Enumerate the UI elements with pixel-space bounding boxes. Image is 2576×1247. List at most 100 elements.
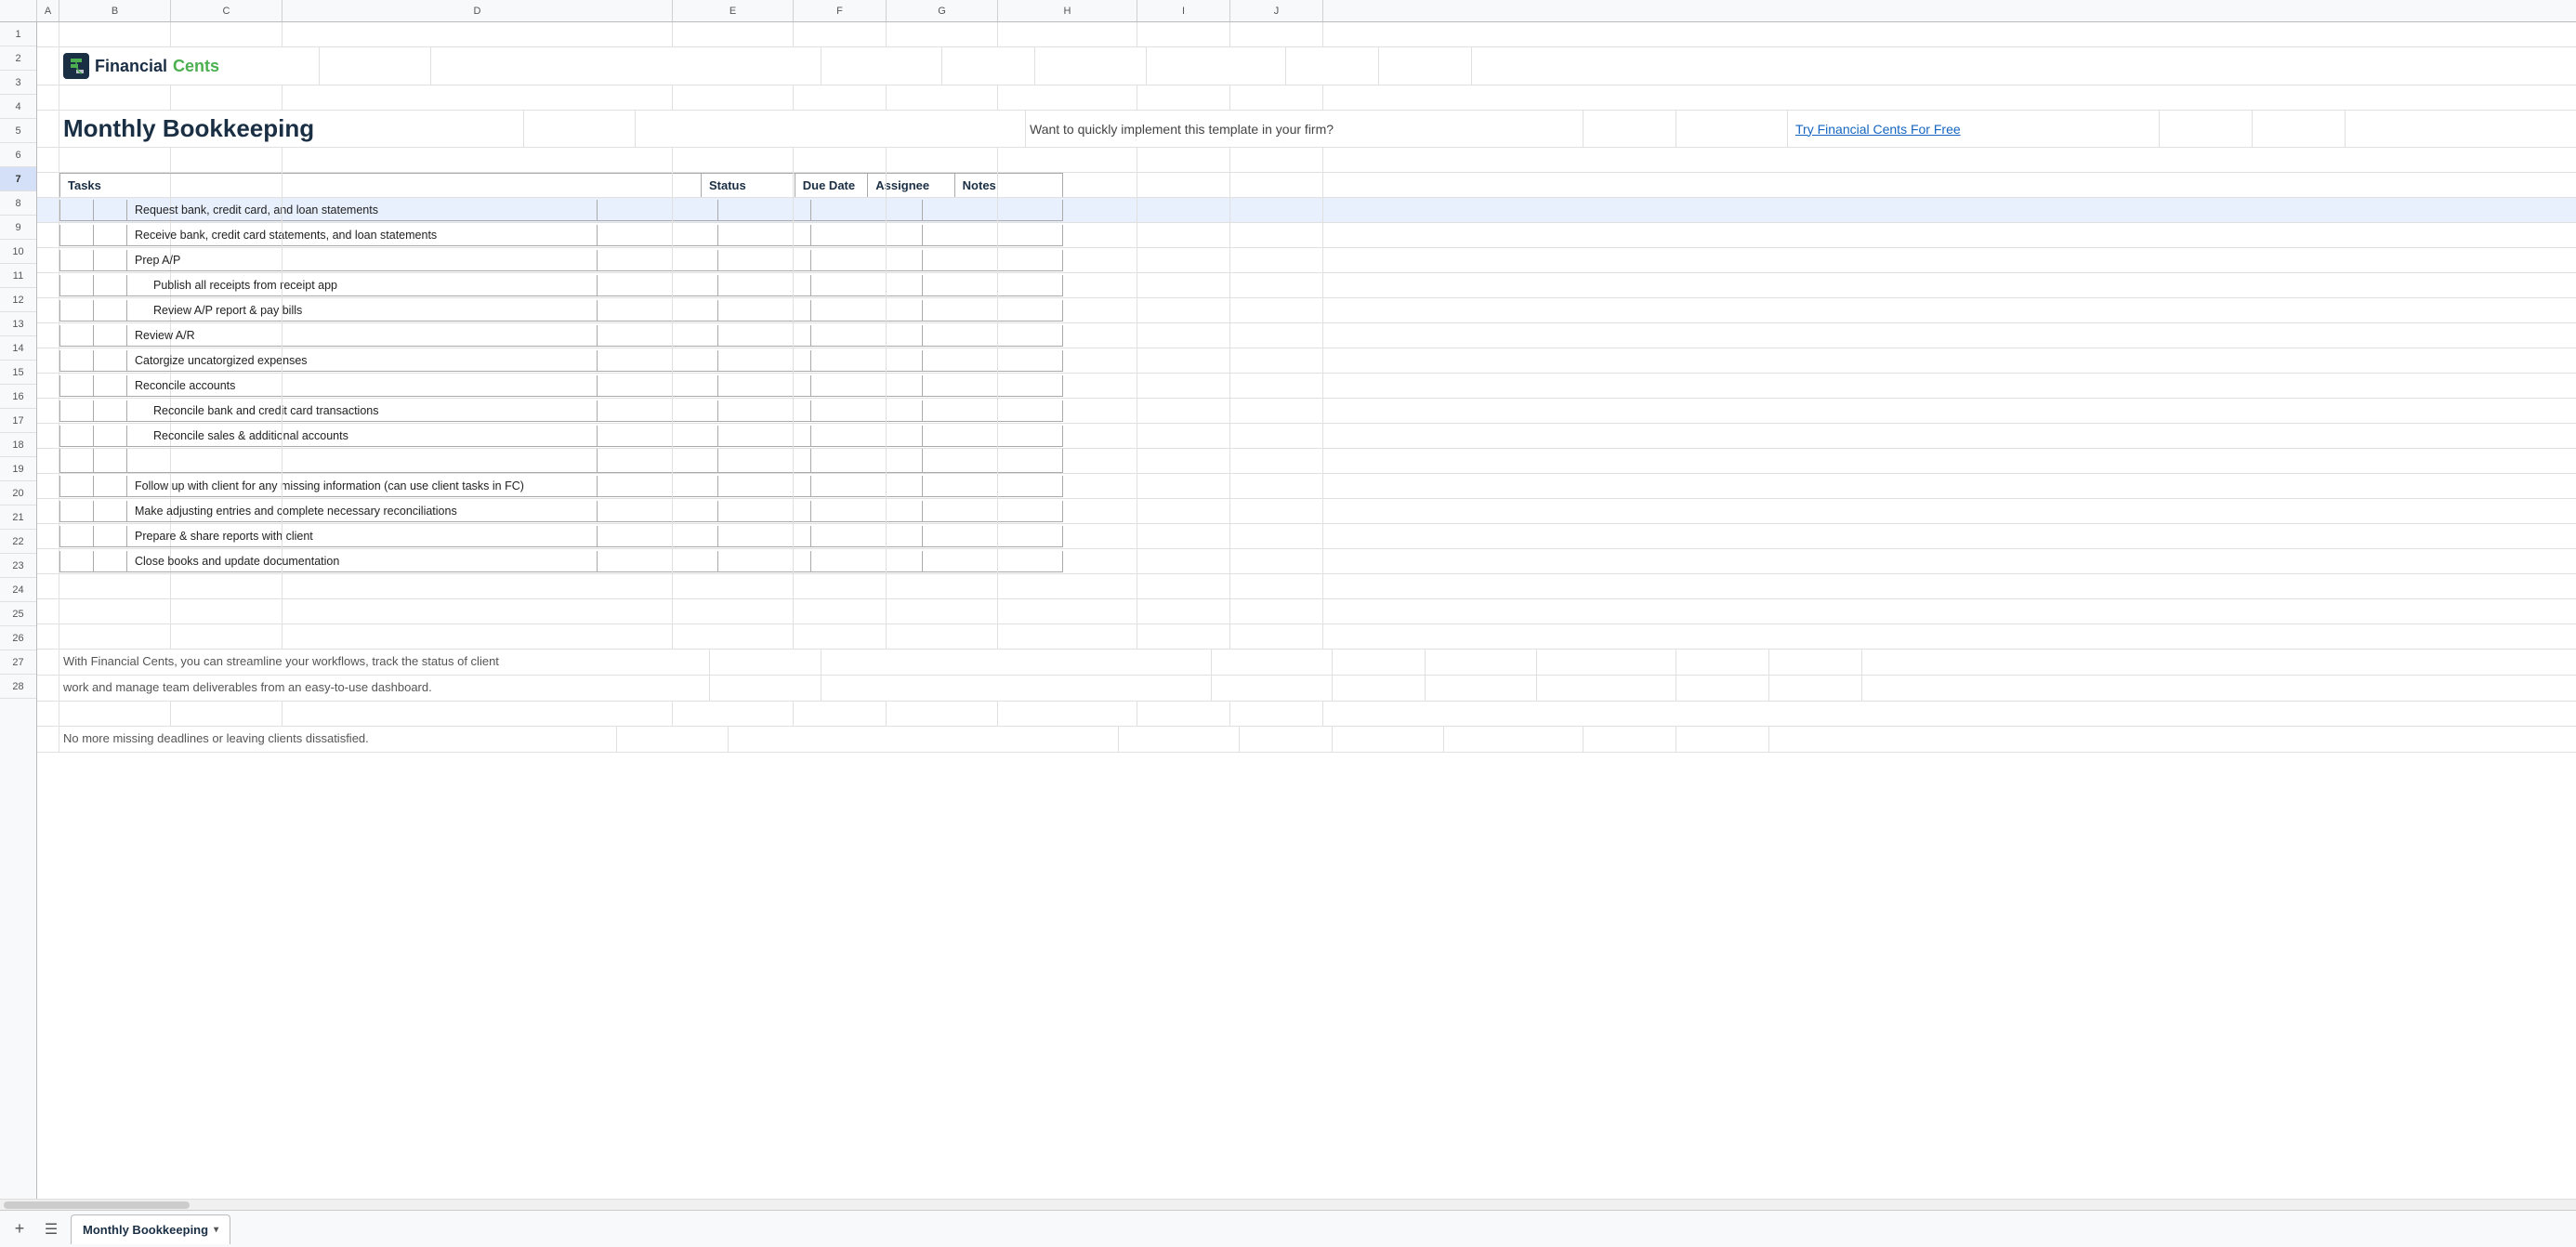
cell-j24[interactable] <box>1230 624 1323 649</box>
task-check-3[interactable] <box>60 250 94 270</box>
cell-f16[interactable] <box>794 424 887 448</box>
cell-d16[interactable] <box>283 424 673 448</box>
cell-g13[interactable] <box>887 348 998 373</box>
cell-g14[interactable] <box>887 374 998 398</box>
cell-c24[interactable] <box>171 624 283 649</box>
cell-c6[interactable] <box>171 173 283 197</box>
cell-g23[interactable] <box>887 599 998 624</box>
cell-c17[interactable] <box>171 449 283 473</box>
cell-f1[interactable] <box>794 22 887 46</box>
cell-d6[interactable] <box>283 173 673 197</box>
cell-j8[interactable] <box>1230 223 1323 247</box>
cell-c3[interactable] <box>171 85 283 110</box>
cell-f15[interactable] <box>794 399 887 423</box>
cell-d24[interactable] <box>283 624 673 649</box>
cell-a19[interactable] <box>37 499 59 523</box>
cell-j23[interactable] <box>1230 599 1323 624</box>
cell-c26[interactable] <box>710 676 821 701</box>
task-check-11[interactable] <box>60 476 94 496</box>
cell-a9[interactable] <box>37 248 59 272</box>
cell-j5[interactable] <box>1230 148 1323 172</box>
cell-e8[interactable] <box>673 223 794 247</box>
cell-h28[interactable] <box>1444 727 1584 752</box>
cell-i26[interactable] <box>1676 676 1769 701</box>
cell-d2[interactable] <box>431 47 821 85</box>
task-check2-13[interactable] <box>94 526 127 546</box>
cell-c7[interactable] <box>171 198 283 222</box>
cell-a25[interactable] <box>37 650 59 675</box>
cell-i12[interactable] <box>1137 323 1230 348</box>
cell-h9[interactable] <box>998 248 1137 272</box>
cell-a24[interactable] <box>37 624 59 649</box>
cell-d26[interactable] <box>821 676 1212 701</box>
cell-c8[interactable] <box>171 223 283 247</box>
cell-c23[interactable] <box>171 599 283 624</box>
cell-e28[interactable] <box>1119 727 1240 752</box>
cell-a17[interactable] <box>37 449 59 473</box>
cell-d19[interactable] <box>283 499 673 523</box>
task-check2-2[interactable] <box>94 225 127 245</box>
cell-h15[interactable] <box>998 399 1137 423</box>
cell-f24[interactable] <box>794 624 887 649</box>
cell-e3[interactable] <box>673 85 794 110</box>
cell-d9[interactable] <box>283 248 673 272</box>
cell-e17[interactable] <box>673 449 794 473</box>
cell-e22[interactable] <box>673 574 794 598</box>
cell-a22[interactable] <box>37 574 59 598</box>
cell-e20[interactable] <box>673 524 794 548</box>
task-check-4[interactable] <box>60 275 94 295</box>
cell-f21[interactable] <box>794 549 887 573</box>
cell-f11[interactable] <box>794 298 887 322</box>
cell-f26[interactable] <box>1333 676 1426 701</box>
cell-h18[interactable] <box>998 474 1137 498</box>
cell-h10[interactable] <box>998 273 1137 297</box>
cell-j21[interactable] <box>1230 549 1323 573</box>
cell-c2[interactable] <box>320 47 431 85</box>
cell-d13[interactable] <box>283 348 673 373</box>
sheet-menu-button[interactable]: ☰ <box>39 1217 63 1241</box>
cell-a20[interactable] <box>37 524 59 548</box>
cell-d28[interactable] <box>729 727 1119 752</box>
task-check2-3[interactable] <box>94 250 127 270</box>
cell-h7[interactable] <box>998 198 1137 222</box>
cell-a28[interactable] <box>37 727 59 752</box>
task-check-7[interactable] <box>60 350 94 371</box>
cell-j9[interactable] <box>1230 248 1323 272</box>
cell-h8[interactable] <box>998 223 1137 247</box>
cell-f19[interactable] <box>794 499 887 523</box>
cell-i9[interactable] <box>1137 248 1230 272</box>
cell-e21[interactable] <box>673 549 794 573</box>
cell-b27[interactable] <box>59 702 171 726</box>
cell-c5[interactable] <box>171 148 283 172</box>
task-check2-5[interactable] <box>94 300 127 321</box>
cell-b5[interactable] <box>59 148 171 172</box>
cell-d4[interactable] <box>636 111 1026 147</box>
cell-j25[interactable] <box>1769 650 1862 675</box>
task-check-10[interactable] <box>60 426 94 446</box>
cell-g25[interactable] <box>1426 650 1537 675</box>
cell-g18[interactable] <box>887 474 998 498</box>
cell-j10[interactable] <box>1230 273 1323 297</box>
cell-j3[interactable] <box>1230 85 1323 110</box>
task-check-empty[interactable] <box>60 449 94 472</box>
cell-d5[interactable] <box>283 148 673 172</box>
cell-h22[interactable] <box>998 574 1137 598</box>
cell-d11[interactable] <box>283 298 673 322</box>
cell-j2[interactable] <box>1379 47 1472 85</box>
cell-e10[interactable] <box>673 273 794 297</box>
cell-g24[interactable] <box>887 624 998 649</box>
cell-h27[interactable] <box>998 702 1137 726</box>
task-check2-6[interactable] <box>94 325 127 346</box>
cell-f12[interactable] <box>794 323 887 348</box>
cell-i5[interactable] <box>1137 148 1230 172</box>
cell-e26[interactable] <box>1212 676 1333 701</box>
cell-a1[interactable] <box>37 22 59 46</box>
cell-i17[interactable] <box>1137 449 1230 473</box>
cell-e9[interactable] <box>673 248 794 272</box>
cell-h19[interactable] <box>998 499 1137 523</box>
cell-d25[interactable] <box>821 650 1212 675</box>
cell-a14[interactable] <box>37 374 59 398</box>
cell-i4[interactable] <box>2160 111 2253 147</box>
cell-j15[interactable] <box>1230 399 1323 423</box>
tab-dropdown-icon[interactable]: ▾ <box>214 1225 218 1235</box>
